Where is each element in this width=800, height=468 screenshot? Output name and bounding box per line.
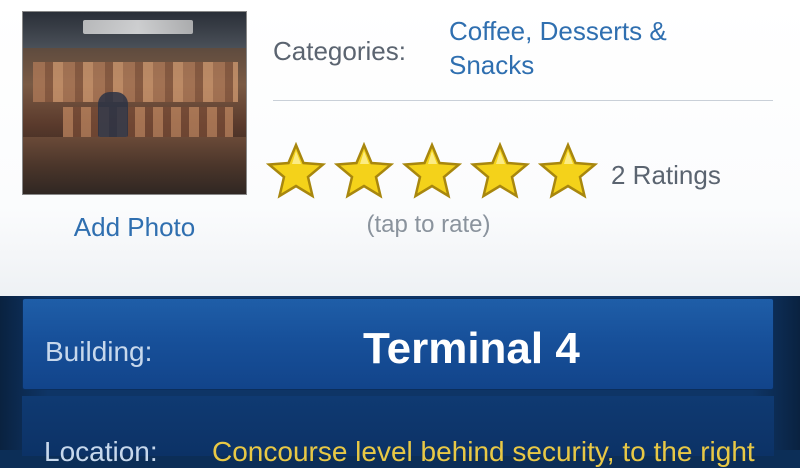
star-2-icon[interactable] [334, 142, 394, 200]
photo-sign-text [83, 20, 193, 34]
star-5-icon[interactable] [538, 142, 598, 200]
star-1-icon[interactable] [266, 142, 326, 200]
star-3-icon[interactable] [402, 142, 462, 200]
tap-to-rate-hint: (tap to rate) [366, 211, 491, 238]
photo-counter [23, 137, 246, 194]
location-label: Location: [44, 436, 158, 467]
photo-shelf-middle [63, 107, 233, 137]
building-row: Building: Terminal 4 [22, 298, 774, 390]
building-value: Terminal 4 [363, 324, 580, 373]
location-row: Location: Concourse level behind securit… [22, 396, 774, 467]
location-value: Concourse level behind security, to the … [212, 436, 755, 467]
photo-shelf-top [33, 62, 238, 102]
venue-summary-card: Add Photo Categories: Coffee, Desserts &… [0, 0, 800, 297]
star-4-icon[interactable] [470, 142, 530, 200]
categories-label: Categories: [273, 36, 406, 66]
add-photo-link[interactable]: Add Photo [22, 212, 247, 243]
ratings-count: 2 Ratings [611, 160, 721, 190]
info-panel: Building: Terminal 4 Location: Concourse… [0, 296, 800, 467]
building-label: Building: [45, 336, 153, 367]
venue-photo[interactable] [22, 11, 247, 195]
photo-person [98, 92, 128, 137]
divider [273, 100, 773, 101]
categories-value-link[interactable]: Coffee, Desserts & Snacks [449, 14, 749, 82]
